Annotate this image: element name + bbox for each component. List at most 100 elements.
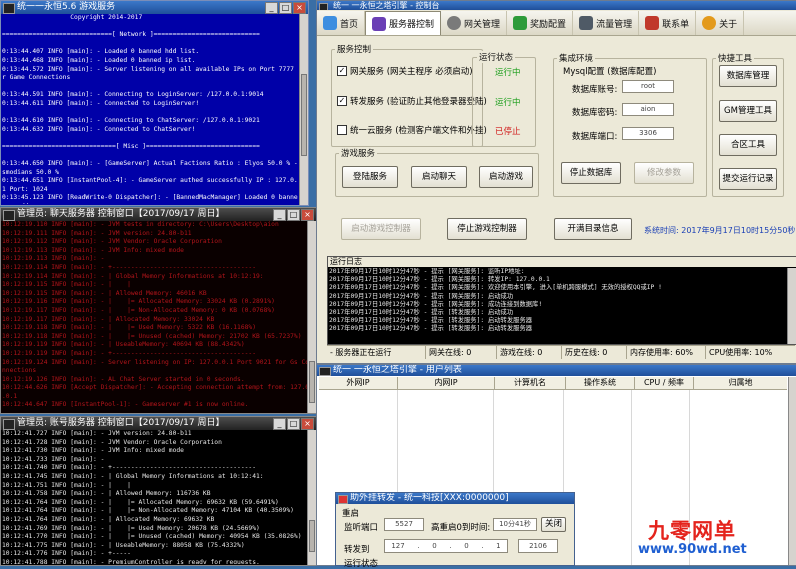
watermark-url: www.90wd.net xyxy=(638,542,747,557)
db-user-field[interactable]: root xyxy=(622,80,674,93)
gateway-service-checkbox[interactable]: ✓ 网关服务 (网关主程序 必须启动) xyxy=(337,65,473,77)
app-icon xyxy=(319,3,328,10)
log-line: 2017年09月17日10时12分47秒 - 提示 [转发服务]: 启动转发服务… xyxy=(329,325,533,333)
log-line: 10:12:19.117 INFO [main]: - | Allocated … xyxy=(2,315,215,323)
tab-about[interactable]: 关于 xyxy=(696,11,745,35)
stop-game-controller-button[interactable]: 停止游戏控制器 xyxy=(447,218,527,240)
checkbox[interactable]: ✓ xyxy=(337,66,347,76)
log-line: 0:13:44.651 INFO [InstantPool-4]: - Game… xyxy=(2,177,298,185)
control-panel-title-bar[interactable]: 统一 一永恒之塔引擎 - 控制台 xyxy=(317,1,796,10)
run-log-title: 运行日志 xyxy=(328,257,796,267)
open-directory-button[interactable]: 开满目录信息 xyxy=(554,218,632,240)
log-line: 0:13:44.572 INFO [main]: - Server listen… xyxy=(2,65,298,73)
vertical-scrollbar[interactable] xyxy=(299,14,308,205)
log-line: 0:13:44.650 INFO [main]: - [GameServer] … xyxy=(2,160,298,168)
modify-params-button[interactable]: 修改参数 xyxy=(634,162,694,184)
checkbox[interactable] xyxy=(337,125,347,135)
console-icon xyxy=(3,3,15,14)
minimize-button[interactable]: _ xyxy=(273,209,286,221)
minimize-button[interactable]: _ xyxy=(265,2,278,14)
close-button[interactable]: × xyxy=(301,418,314,430)
user-list-title-bar[interactable]: 统一 一永恒之塔引擎 - 用户列表 xyxy=(317,365,796,376)
tab-gateway[interactable]: 网关管理 xyxy=(441,11,508,35)
chat-server-title-bar[interactable]: 管理员: 聊天服务器 控制窗口【2017/09/17 周日】 _ □ × xyxy=(1,208,316,221)
column-header-internal-ip[interactable]: 内网IP xyxy=(398,377,495,389)
forward-dialog-title-bar[interactable]: 助外挂转发 - 统一科技[XXX:0000000] xyxy=(336,493,574,504)
log-line: 0:13:44.610 INFO [main]: - Connecting to… xyxy=(2,117,260,125)
column-header-cpu[interactable]: CPU / 频率 xyxy=(635,377,694,389)
log-line: 10:12:19.113 INFO [main]: - xyxy=(2,255,105,263)
account-server-title-bar[interactable]: 管理员: 账号服务器 控制窗口【2017/09/17 周日】 _ □ × xyxy=(1,417,316,430)
close-button[interactable]: × xyxy=(301,209,314,221)
start-game-controller-button[interactable]: 启动游戏控制器 xyxy=(341,218,421,240)
log-line: 10:12:19.115 INFO [main]: - | | xyxy=(2,281,131,289)
log-line: 0:13:44.468 INFO [main]: - Loaded 0 bann… xyxy=(2,56,196,64)
log-line: 10:12:41.770 INFO [main]: - | |= Unused … xyxy=(2,533,302,541)
tab-server-control[interactable]: 服务器控制 xyxy=(365,11,442,35)
log-line: 0:13:44.632 INFO [main]: - Connected to … xyxy=(2,125,196,133)
tab-reward-config[interactable]: 奖励配置 xyxy=(507,11,574,35)
column-header-os[interactable]: 操作系统 xyxy=(566,377,635,389)
log-line: 10:12:41.733 INFO [main]: - xyxy=(2,455,105,463)
start-chat-button[interactable]: 启动聊天 xyxy=(411,166,467,188)
log-line: 2017年09月17日10时12分47秒 - 提示 [转发服务]: 启动成功 xyxy=(329,309,514,317)
log-line: 10:12:41.758 INFO [main]: - | Allowed Me… xyxy=(2,490,211,498)
checkbox[interactable]: ✓ xyxy=(337,96,347,106)
merge-tool-button[interactable]: 合区工具 xyxy=(719,134,777,156)
stop-db-button[interactable]: 停止数据库 xyxy=(561,162,621,184)
forward-to-label: 转发到 xyxy=(344,545,370,555)
maximize-button[interactable]: □ xyxy=(287,209,300,221)
log-line: 10:12:19.119 INFO [main]: - +-----------… xyxy=(2,349,257,357)
log-line: 10:12:41.730 INFO [main]: - JVM Info: mi… xyxy=(2,447,184,455)
db-port-field[interactable]: 3306 xyxy=(622,127,674,140)
gm-tool-button[interactable]: GM管理工具 xyxy=(719,100,777,122)
forward-ip-field[interactable]: 127. 0. 0. 1 xyxy=(384,539,508,553)
tab-traffic[interactable]: 流量管理 xyxy=(573,11,640,35)
vertical-scrollbar[interactable] xyxy=(787,268,796,344)
forward-service-checkbox[interactable]: ✓ 转发服务 (验证防止其他登录器登陆) xyxy=(337,95,487,107)
vertical-scrollbar[interactable] xyxy=(307,221,316,413)
countdown-field[interactable]: 10分41秒 xyxy=(493,518,537,531)
contacts-icon xyxy=(645,16,660,30)
server-running-status: - 服务器正在运行 xyxy=(327,346,426,359)
cloud-service-checkbox[interactable]: 统一云服务 (检测客户端文件和外挂) xyxy=(337,124,487,136)
main-tab-bar: 首页 服务器控制 网关管理 奖励配置 流量管理 联系单 关于 xyxy=(317,11,796,36)
maximize-button[interactable]: □ xyxy=(279,2,292,14)
column-header-location[interactable]: 归属地 xyxy=(694,377,787,389)
start-game-button[interactable]: 启动游戏 xyxy=(479,166,533,188)
app-icon xyxy=(338,495,348,504)
minimize-button[interactable]: _ xyxy=(273,418,286,430)
home-icon xyxy=(323,16,337,30)
log-line: 10:12:19.116 INFO [main]: - | |= Allocat… xyxy=(2,298,275,306)
game-server-title-bar[interactable]: 统一一永恒5.6 游戏服务 _ □ × xyxy=(1,1,308,14)
vertical-scrollbar[interactable] xyxy=(307,430,316,565)
maximize-button[interactable]: □ xyxy=(287,418,300,430)
log-line: 2017年09月17日10时12分47秒 - 提示 [网关服务]: 监听IP地址… xyxy=(329,268,525,275)
column-header-computer-name[interactable]: 计算机名 xyxy=(495,377,566,389)
listen-port-field[interactable]: 5527 xyxy=(384,518,424,531)
log-line: mac addresses xyxy=(2,203,298,204)
listen-port-label: 监听端口 xyxy=(344,523,379,533)
login-service-button[interactable]: 登陆服务 xyxy=(342,166,398,188)
game-server-log-output: Copyright 2014-2017 ====================… xyxy=(2,14,298,204)
submit-log-button[interactable]: 提交运行记录 xyxy=(719,168,777,190)
tab-home[interactable]: 首页 xyxy=(317,11,366,35)
log-line: r Game Connections xyxy=(2,74,71,82)
close-button[interactable]: × xyxy=(293,2,306,14)
db-pass-field[interactable]: aion xyxy=(622,103,674,116)
tab-contacts[interactable]: 联系单 xyxy=(639,11,697,35)
column-header-external-ip[interactable]: 外网IP xyxy=(319,377,398,389)
log-line: smodians 50.0 % xyxy=(2,168,59,176)
console-icon xyxy=(3,419,15,430)
close-dialog-button[interactable]: 关闭 xyxy=(541,517,566,532)
run-log-panel: 运行日志 2017年09月17日10时12分47秒 - 提示 [网关服务]: 监… xyxy=(327,256,796,345)
account-server-console-window: 管理员: 账号服务器 控制窗口【2017/09/17 周日】 _ □ × 10:… xyxy=(0,416,317,566)
log-line: 10:12:19.110 INFO [main]: - JVM tests in… xyxy=(2,221,279,228)
db-manage-button[interactable]: 数据库管理 xyxy=(719,65,777,87)
log-line: ==============================[ Misc ]==… xyxy=(2,142,260,150)
forward-port-field[interactable]: 2106 xyxy=(518,539,558,553)
gear-icon xyxy=(447,16,462,30)
user-table-header: 外网IP 内网IP 计算机名 操作系统 CPU / 频率 归属地 xyxy=(319,377,787,390)
